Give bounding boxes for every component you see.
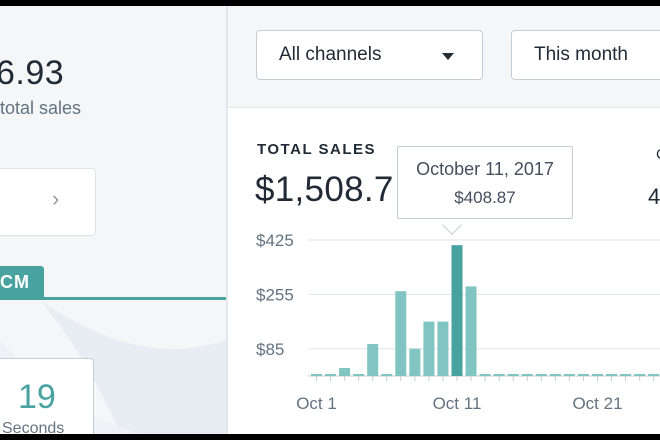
bar-oct-22 xyxy=(606,374,618,376)
y-tick-label: $85 xyxy=(256,340,284,359)
x-tick-label: Oct 21 xyxy=(572,394,622,413)
countdown-label: Seconds xyxy=(2,420,65,434)
filter-bar: All channels This month xyxy=(228,6,660,108)
bar-oct-15 xyxy=(507,374,519,376)
caret-down-icon xyxy=(442,53,454,60)
report-title: TOTAL SALES xyxy=(257,141,377,158)
bar-oct-1 xyxy=(311,374,322,376)
channels-select-value: All channels xyxy=(279,44,382,65)
tab-cm[interactable]: CM xyxy=(0,266,44,298)
bar-oct-7 xyxy=(395,291,407,376)
bar-oct-9 xyxy=(423,321,435,376)
bar-oct-21 xyxy=(592,374,603,376)
bar-oct-11 xyxy=(451,245,463,376)
app-frame: 6.93 total sales › CM 19 Seconds All cha… xyxy=(0,6,660,434)
channels-select[interactable]: All channels xyxy=(256,30,483,80)
bar-oct-3 xyxy=(339,368,351,376)
bar-oct-8 xyxy=(409,348,421,376)
x-tick-label: Oct 1 xyxy=(296,394,337,413)
bar-oct-18 xyxy=(549,374,561,376)
bar-oct-4 xyxy=(353,374,365,376)
period-select-value: This month xyxy=(534,44,628,65)
report-total: $1,508.7 xyxy=(255,170,394,209)
bar-oct-12 xyxy=(465,286,477,376)
nav-card[interactable] xyxy=(0,168,96,236)
bar-oct-6 xyxy=(381,374,393,376)
chevron-right-icon[interactable]: › xyxy=(52,186,59,212)
bar-oct-14 xyxy=(493,374,505,376)
bar-oct-16 xyxy=(521,374,533,376)
y-tick-label: $255 xyxy=(256,285,294,304)
sales-bar-chart: $425 $255 $85 Oct 1 Oct 11 Oct 21 xyxy=(256,231,660,413)
summary-label: total sales xyxy=(0,98,82,118)
bar-oct-20 xyxy=(577,374,589,376)
bar-oct-5 xyxy=(367,344,379,376)
tooltip-value: $408.87 xyxy=(454,188,516,207)
secondary-metric-label: C xyxy=(656,146,660,163)
bar-oct-19 xyxy=(563,374,575,376)
bar-oct-23 xyxy=(620,374,632,376)
bar-oct-24 xyxy=(634,374,646,376)
bar-oct-25 xyxy=(648,374,660,376)
tooltip-date: October 11, 2017 xyxy=(416,159,554,179)
x-tick-label: Oct 11 xyxy=(433,394,482,413)
report-panel: All channels This month TOTAL SALES $1,5… xyxy=(228,6,660,434)
bar-oct-17 xyxy=(535,374,547,376)
period-select[interactable]: This month xyxy=(511,30,660,80)
left-panel: 6.93 total sales › CM 19 Seconds xyxy=(0,6,226,434)
bar-oct-13 xyxy=(479,374,491,376)
y-tick-label: $425 xyxy=(256,231,294,250)
bar-oct-2 xyxy=(325,374,337,376)
chart-tooltip: October 11, 2017 $408.87 xyxy=(397,146,573,219)
secondary-metric-value: 4 xyxy=(648,184,660,209)
summary-value: 6.93 xyxy=(0,54,65,92)
countdown-value: 19 xyxy=(18,378,56,416)
bar-oct-10 xyxy=(437,321,449,376)
